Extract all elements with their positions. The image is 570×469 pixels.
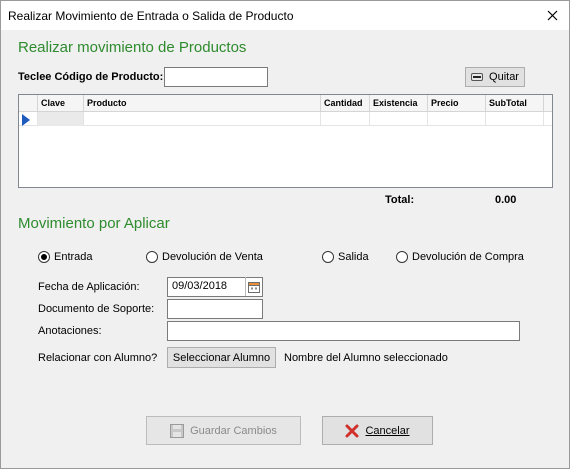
productos-section-title: Realizar movimiento de Productos [18,39,247,56]
radio-circle [38,251,50,263]
seleccionar-alumno-button[interactable]: Seleccionar Alumno [167,347,276,368]
radio-circle [146,251,158,263]
guardar-cambios-button[interactable]: Guardar Cambios [146,416,301,445]
quitar-button[interactable]: Quitar [465,67,525,87]
grid-corner [19,95,38,112]
fecha-value: 09/03/2018 [172,280,228,292]
radio-devolucion-venta[interactable]: Devolución de Venta [146,251,263,263]
close-button[interactable] [535,1,569,30]
column-header-existencia[interactable]: Existencia [370,95,428,112]
column-header-producto[interactable]: Producto [84,95,321,112]
cell-subtotal[interactable] [486,112,544,126]
title-bar: Realizar Movimiento de Entrada o Salida … [1,1,569,30]
seleccionar-alumno-label: Seleccionar Alumno [172,351,271,364]
current-row-indicator-icon [22,114,30,126]
radio-circle [322,251,334,263]
column-header-subtotal[interactable]: SubTotal [486,95,544,112]
total-value: 0.00 [495,194,517,206]
row-header[interactable] [19,112,38,126]
calendar-button[interactable] [245,277,262,296]
cancelar-button[interactable]: Cancelar [322,416,433,445]
productos-grid[interactable]: Clave Producto Cantidad Existencia Preci… [18,94,553,188]
radio-salida[interactable]: Salida [322,251,369,263]
window-title: Realizar Movimiento de Entrada o Salida … [8,9,294,23]
codigo-producto-input[interactable] [164,67,268,87]
fecha-label: Fecha de Aplicación: [38,281,140,293]
cell-existencia[interactable] [370,112,428,126]
radio-entrada-label: Entrada [54,251,93,263]
grid-header: Clave Producto Cantidad Existencia Preci… [19,95,552,112]
dialog-window: Realizar Movimiento de Entrada o Salida … [0,0,570,469]
column-header-clave[interactable]: Clave [38,95,84,112]
cell-producto[interactable] [84,112,321,126]
codigo-label: Teclee Código de Producto: [18,71,164,83]
radio-salida-label: Salida [338,251,369,263]
anotaciones-input[interactable] [167,321,520,341]
table-row[interactable] [19,112,552,126]
close-icon [547,10,557,21]
minus-icon [471,73,484,81]
quitar-label: Quitar [489,71,519,83]
documento-soporte-input[interactable] [167,299,263,319]
cell-cantidad[interactable] [321,112,370,126]
total-label: Total: [385,194,415,206]
radio-devolucion-compra-label: Devolución de Compra [412,251,524,263]
x-icon [345,424,359,437]
calendar-icon [248,281,260,293]
documento-label: Documento de Soporte: [38,303,155,315]
column-header-precio[interactable]: Precio [428,95,486,112]
alumno-label: Relacionar con Alumno? [38,352,158,364]
radio-devolucion-venta-label: Devolución de Venta [162,251,263,263]
alumno-nombre: Nombre del Alumno seleccionado [284,352,448,364]
anotaciones-label: Anotaciones: [38,325,102,337]
radio-entrada[interactable]: Entrada [38,251,93,263]
cell-precio[interactable] [428,112,486,126]
save-icon [170,423,185,438]
cell-clave[interactable] [38,112,84,126]
movimiento-section-title: Movimiento por Aplicar [18,215,170,232]
cancelar-label: Cancelar [365,424,410,437]
column-header-cantidad[interactable]: Cantidad [321,95,370,112]
radio-devolucion-compra[interactable]: Devolución de Compra [396,251,524,263]
guardar-cambios-label: Guardar Cambios [190,424,277,437]
radio-circle [396,251,408,263]
